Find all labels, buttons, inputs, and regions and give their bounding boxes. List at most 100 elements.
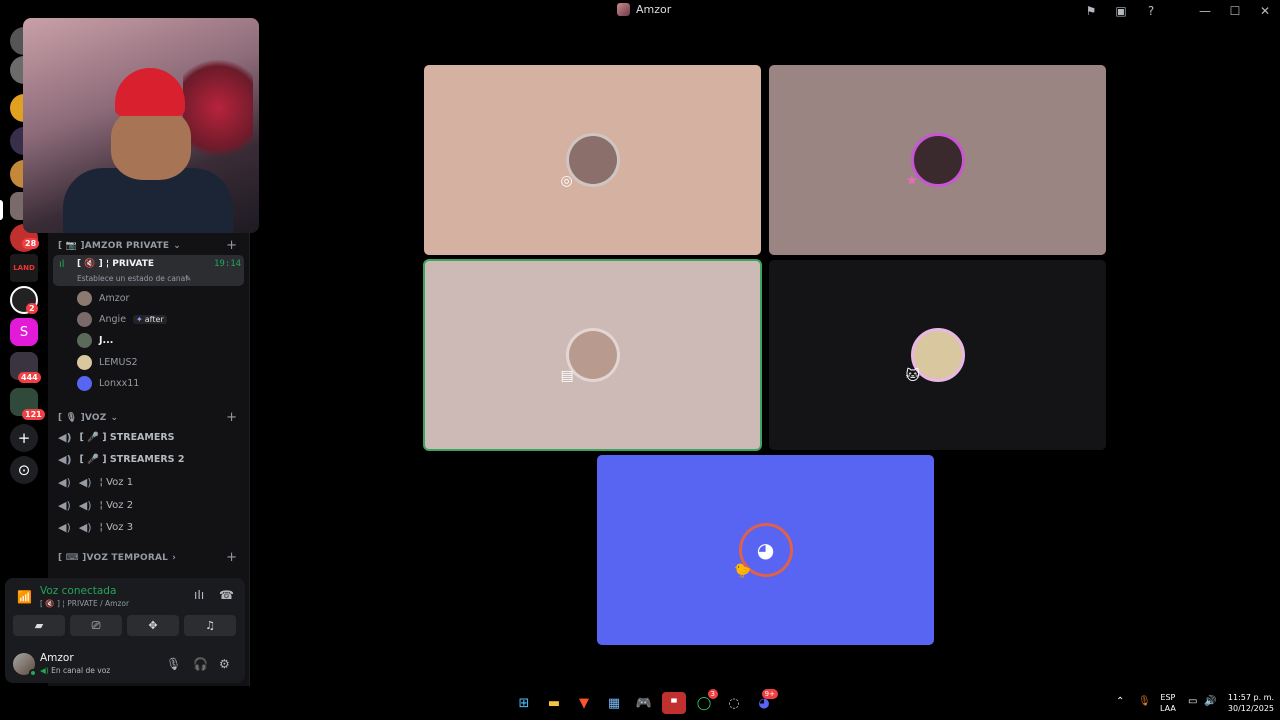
voice-channel[interactable]: ◀) ◀) ¦ Voz 1 (58, 473, 133, 491)
popout-icon[interactable]: ▣ (1106, 0, 1136, 22)
activities-button[interactable]: ✥ (127, 615, 179, 636)
category-voz[interactable]: [ 🎙 ]VOZ ⌄ (58, 413, 118, 423)
server-icon-land[interactable]: LAND (10, 254, 38, 282)
chevron-up-icon[interactable]: ⌃ (1116, 696, 1124, 707)
screen-share-icon: ⎚ (91, 618, 101, 632)
voice-channel[interactable]: ◀) [ 🎤 ] STREAMERS 2 (58, 450, 184, 468)
avatar-decoration-icon: ◎ (560, 173, 573, 189)
screen-share-button[interactable]: ⎚ (70, 615, 122, 636)
speaker-icon: ◀) (58, 475, 71, 489)
minimize-button[interactable]: — (1190, 0, 1220, 22)
category-temp-label: [ ⌨ ]VOZ TEMPORAL (58, 553, 169, 563)
participant-avatar: ★ (906, 133, 965, 189)
chevron-right-icon: › (172, 553, 177, 563)
server-badge: 444 (18, 372, 41, 383)
window-title-text: Amzor (636, 3, 672, 16)
soundboard-button[interactable]: ♫ (184, 615, 236, 636)
category-temp[interactable]: [ ⌨ ]VOZ TEMPORAL › (58, 553, 176, 563)
voice-member[interactable]: J... (77, 331, 113, 349)
pencil-icon[interactable]: ✎ (185, 274, 191, 283)
voice-member[interactable]: Amzor (77, 289, 129, 307)
server-badge: 2 (26, 303, 38, 314)
discord-logo-icon: ◕ (756, 538, 775, 562)
disconnect-icon[interactable]: ☎ (219, 588, 234, 602)
chevron-down-icon: ⌄ (110, 413, 119, 423)
voice-channel[interactable]: ◀) ◀) ¦ Voz 2 (58, 496, 133, 514)
server-icon-s[interactable]: S (10, 318, 38, 346)
category-private-label: [ 📷 ]AMZOR PRIVATE (58, 241, 170, 251)
camera-off-icon: ▰ (34, 619, 44, 632)
file-explorer-icon[interactable]: ▬ (542, 692, 566, 714)
voice-status[interactable]: Voz conectada (40, 585, 116, 597)
gamepad-icon[interactable]: 🎮 (632, 692, 656, 714)
windows-start-icon[interactable]: ⊞ (512, 692, 536, 714)
avatar (77, 375, 92, 391)
activities-icon: ✥ (148, 619, 158, 632)
avatar (77, 354, 92, 370)
category-private[interactable]: [ 📷 ]AMZOR PRIVATE ⌄ (58, 241, 181, 251)
avatar (77, 311, 92, 327)
discord-icon[interactable]: ◕ 9+ (752, 689, 778, 714)
participant-avatar: ◎ (561, 133, 620, 189)
voice-member[interactable]: Lonxx11 (77, 374, 139, 392)
video-tile[interactable]: ◕ 🐤 (597, 455, 934, 645)
member-name: J... (99, 334, 114, 346)
help-icon[interactable]: ? (1136, 0, 1166, 22)
video-tile[interactable]: 🐱 (769, 260, 1106, 450)
avatar (77, 332, 92, 348)
voice-channel[interactable]: ◀) ◀) ¦ Voz 3 (58, 518, 133, 536)
camera-preview[interactable] (23, 18, 259, 233)
add-channel-icon[interactable]: + (226, 550, 237, 565)
category-voz-label: [ 🎙 ]VOZ (58, 413, 107, 423)
network-icon[interactable]: ▭ (1188, 696, 1197, 707)
add-channel-icon[interactable]: + (226, 410, 237, 425)
close-button[interactable]: ✕ (1250, 0, 1280, 22)
app-icon-dots[interactable]: ◌ (722, 692, 746, 714)
voice-channel[interactable]: ◀) [ 🎤 ] STREAMERS (58, 428, 175, 446)
speaker-icon: ◀) (58, 520, 71, 534)
discover-button[interactable]: ⊙ (10, 456, 38, 484)
language-indicator[interactable]: ESP LAA (1160, 692, 1176, 714)
window-title: Amzor (617, 3, 671, 16)
voice-channel-name: [ 🎤 ] STREAMERS (79, 431, 175, 443)
chevron-down-icon: ⌄ (173, 241, 181, 251)
channel-active[interactable]: ıl [ 🔇 ] ¦ PRIVATE 19:14 Establece un es… (53, 255, 244, 286)
video-tile[interactable]: ◎ (424, 65, 761, 255)
participant-avatar: ▤ (561, 328, 620, 384)
microphone-tray-icon[interactable]: 🎙 (1138, 696, 1151, 707)
online-status-icon (29, 669, 37, 677)
add-server-button[interactable]: + (10, 424, 38, 452)
settings-icon[interactable]: ⚙ (219, 657, 230, 671)
camera-subject-face (111, 108, 191, 180)
channel-status[interactable]: Establece un estado de canal (77, 274, 187, 283)
video-tile-speaking[interactable]: ▤ (423, 259, 762, 451)
speaker-icon: ◀) (58, 452, 72, 466)
voice-channel-path[interactable]: [ 🔇 ] ¦ PRIVATE / Amzor (40, 599, 129, 608)
video-tile[interactable]: ★ (769, 65, 1106, 255)
volume-icon[interactable]: 🔊 (1204, 696, 1216, 707)
whatsapp-icon[interactable]: ◯ 3 (692, 689, 718, 714)
taskbar: ⊞ ▬ ▼ ▦ 🎮 ▀ ◯ 3 ◌ ◕ 9+ ⌃ 🎙 ESP LAA ▭ 🔊 11:… (0, 686, 1280, 720)
brave-browser-icon[interactable]: ▼ (572, 692, 596, 714)
headphones-icon[interactable]: 🎧 (193, 657, 208, 671)
inbox-icon[interactable]: ⚑ (1076, 0, 1106, 22)
voice-member[interactable]: LEMUS2 (77, 353, 138, 371)
maximize-button[interactable]: ☐ (1220, 0, 1250, 22)
signal-icon[interactable]: 📶 (17, 590, 32, 604)
camera-off-button[interactable]: ▰ (13, 615, 65, 636)
member-name: Amzor (99, 292, 130, 304)
clock-date: 30/12/2025 (1227, 704, 1274, 713)
voice-member[interactable]: Angie ✦ after (77, 310, 167, 328)
microphone-icon[interactable]: 🎙 (166, 657, 181, 671)
store-icon[interactable]: ▦ (602, 692, 626, 714)
clock[interactable]: 11:57 p. m. 30/12/2025 (1224, 692, 1274, 714)
channel-name: [ 🔇 ] ¦ PRIVATE (77, 259, 155, 269)
user-status-text: En canal de voz (51, 666, 111, 675)
app-icon[interactable]: ▀ (662, 692, 686, 714)
user-name[interactable]: Amzor (40, 652, 74, 664)
noise-suppression-icon[interactable]: ıIı (194, 588, 204, 602)
add-channel-icon[interactable]: + (226, 238, 237, 253)
discord-badge: 9+ (761, 689, 778, 699)
user-status: ◀) En canal de voz (40, 666, 110, 675)
participant-avatar: 🐱 (906, 328, 965, 384)
